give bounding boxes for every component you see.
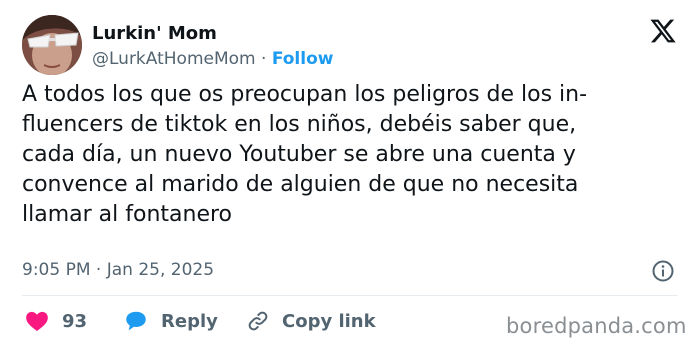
like-button[interactable]: 93 xyxy=(24,306,87,336)
tweet-text: A todos los que os preocupan los peligro… xyxy=(22,82,588,227)
reply-label: Reply xyxy=(161,310,218,332)
timestamp[interactable]: 9:05 PM · Jan 25, 2025 xyxy=(22,259,214,281)
copy-link-label: Copy link xyxy=(282,310,376,332)
handle[interactable]: @LurkAtHomeMom xyxy=(92,49,256,69)
speech-bubble-icon xyxy=(126,311,146,331)
x-logo-icon[interactable] xyxy=(649,17,677,45)
link-icon xyxy=(248,311,268,331)
reply-button[interactable]: Reply xyxy=(123,306,218,336)
watermark: boredpanda.com xyxy=(506,314,687,338)
follow-button[interactable]: Follow xyxy=(272,49,334,69)
handle-row: @LurkAtHomeMom · Follow xyxy=(92,48,333,70)
display-name[interactable]: Lurkin' Mom xyxy=(92,22,217,46)
info-icon[interactable] xyxy=(651,259,675,283)
avatar-photo xyxy=(22,15,82,75)
like-count: 93 xyxy=(62,310,88,332)
avatar[interactable] xyxy=(22,15,82,75)
heart-icon xyxy=(26,311,48,331)
separator: · xyxy=(261,49,267,69)
copy-link-button[interactable]: Copy link xyxy=(246,306,376,336)
divider xyxy=(22,295,678,296)
